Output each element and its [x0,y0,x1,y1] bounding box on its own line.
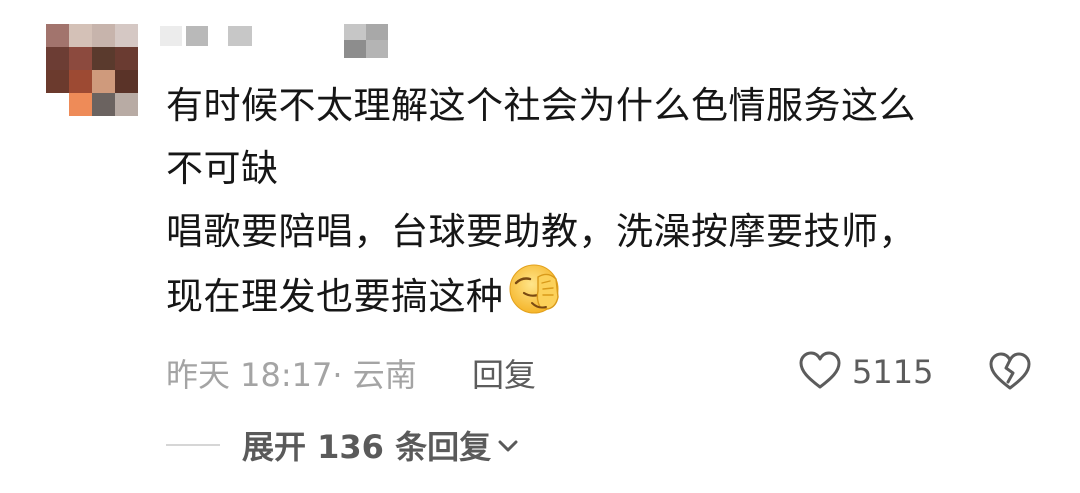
like-count: 5115 [852,353,934,391]
username[interactable] [160,24,400,58]
facepalm-emoji-icon [508,263,562,334]
reply-button[interactable]: 回复 [472,350,536,396]
avatar[interactable] [46,24,138,116]
comment-text: 有时候不太理解这个社会为什么色情服务这么 不可缺 唱歌要陪唱，台球要助教，洗澡按… [166,74,1056,334]
dislike-button[interactable] [988,350,1032,396]
divider [166,444,220,446]
broken-heart-icon[interactable] [988,352,1032,396]
comment-line: 不可缺 [166,147,279,190]
comment-line: 唱歌要陪唱，台球要助教，洗澡按摩要技师， [166,210,916,253]
comment-line: 现在理发也要搞这种 [166,263,1056,334]
comment-line-text: 现在理发也要搞这种 [166,275,504,318]
timestamp-location: 昨天 18:17· 云南 [166,356,417,394]
expand-replies-button[interactable]: 展开 136 条回复 [166,422,519,468]
chevron-down-icon [497,438,519,457]
like-button[interactable]: 5115 [798,348,933,396]
expand-replies-label: 展开 136 条回复 [242,428,492,466]
comment-meta: 昨天 18:17· 云南 回复 [166,350,536,396]
comment-line: 有时候不太理解这个社会为什么色情服务这么 [166,84,916,127]
heart-outline-icon[interactable] [798,350,842,394]
